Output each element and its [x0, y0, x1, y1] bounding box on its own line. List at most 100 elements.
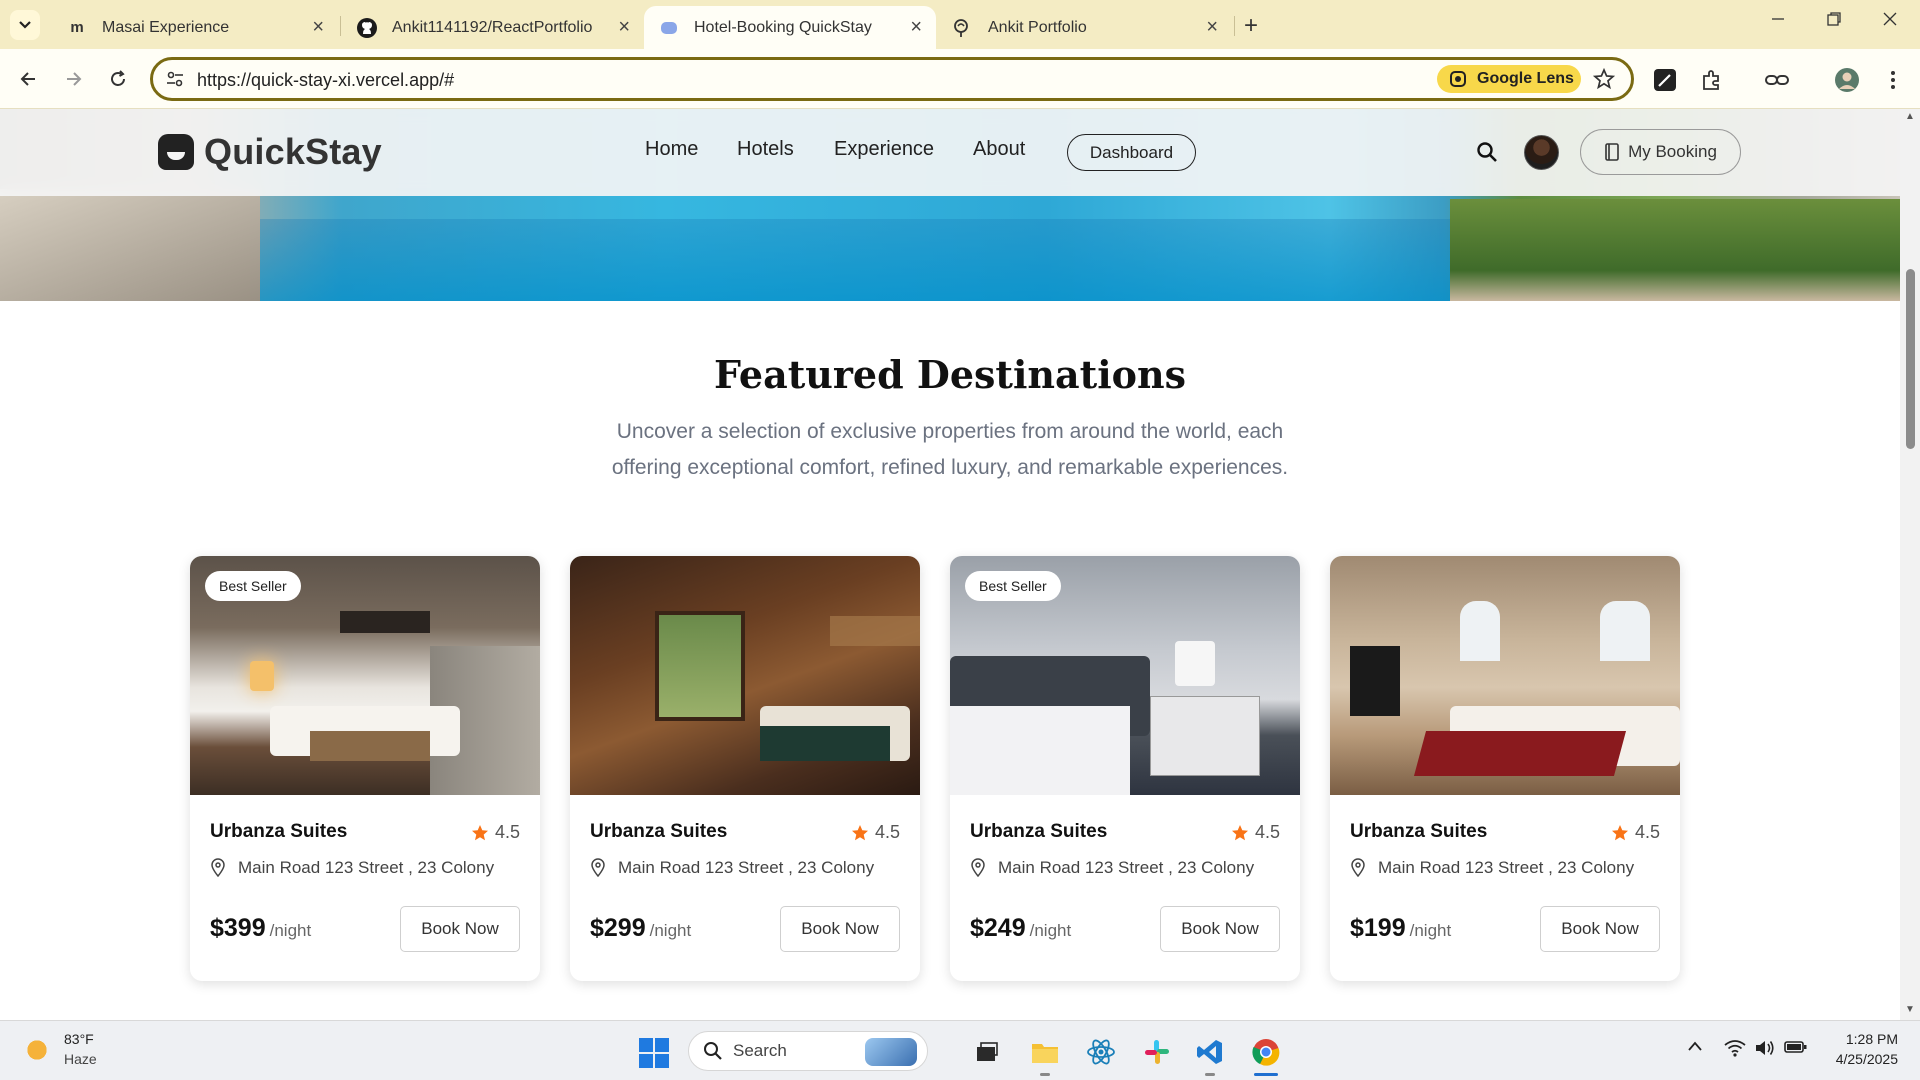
hotel-price: $199/night: [1350, 914, 1451, 943]
extensions-puzzle-icon[interactable]: [1699, 67, 1725, 93]
dashboard-button[interactable]: Dashboard: [1067, 134, 1196, 171]
task-view-icon[interactable]: [970, 1035, 1004, 1069]
tv-stand: [1350, 646, 1400, 716]
tab-title: Ankit1141192/ReactPortfolio: [392, 18, 593, 36]
site-navbar: QuickStay Home Hotels Experience About D…: [0, 109, 1900, 196]
book-now-button[interactable]: Book Now: [400, 906, 520, 952]
hotel-card[interactable]: Best Seller Urbanza Suites 4.5 Main Road…: [190, 556, 540, 981]
tab-quickstay[interactable]: Hotel-Booking QuickStay ×: [644, 6, 936, 49]
volume-icon[interactable]: [1754, 1039, 1776, 1062]
active-indicator: [1254, 1073, 1278, 1076]
new-tab-plus-icon[interactable]: +: [1244, 12, 1258, 40]
weather-condition[interactable]: Haze: [64, 1051, 97, 1067]
tab-masai[interactable]: m Masai Experience ×: [52, 6, 338, 49]
hotel-room-image: [570, 556, 920, 795]
scrollbar-thumb[interactable]: [1906, 269, 1915, 449]
hotel-card[interactable]: Urbanza Suites 4.5 Main Road 123 Street …: [570, 556, 920, 981]
chrome-icon[interactable]: [1249, 1035, 1283, 1069]
hotel-card[interactable]: Best Seller Urbanza Suites 4.5 Main Road…: [950, 556, 1300, 981]
price-value: $199: [1350, 914, 1406, 942]
address-bar[interactable]: https://quick-stay-xi.vercel.app/# Googl…: [150, 57, 1634, 101]
browser-tab-bar: m Masai Experience × Ankit1141192/ReactP…: [0, 0, 1920, 49]
hotel-price: $299/night: [590, 914, 691, 943]
nav-about[interactable]: About: [973, 138, 1025, 161]
bookmark-star-icon[interactable]: [1592, 67, 1616, 95]
browser-menu-kebab-icon[interactable]: [1880, 67, 1906, 93]
weather-temp[interactable]: 83°F: [64, 1031, 94, 1047]
my-booking-button[interactable]: My Booking: [1580, 129, 1741, 175]
url-text[interactable]: https://quick-stay-xi.vercel.app/#: [197, 70, 454, 91]
windows-start-icon[interactable]: [639, 1038, 669, 1068]
nightstand: [1150, 696, 1260, 776]
tab-github[interactable]: Ankit1141192/ReactPortfolio ×: [342, 6, 644, 49]
vscode-icon[interactable]: [1193, 1035, 1227, 1069]
page-scrollbar[interactable]: ▲ ▼: [1900, 109, 1920, 1020]
globe-icon: [658, 17, 680, 39]
close-icon[interactable]: ×: [312, 17, 324, 37]
forward-arrow-icon[interactable]: [60, 65, 88, 93]
book-now-button[interactable]: Book Now: [1540, 906, 1660, 952]
search-icon: [704, 1042, 722, 1060]
close-icon[interactable]: ×: [910, 17, 922, 37]
bed-runner: [310, 731, 430, 761]
clock-date[interactable]: 4/25/2025: [1818, 1051, 1898, 1067]
book-now-button[interactable]: Book Now: [780, 906, 900, 952]
tab-portfolio[interactable]: Ankit Portfolio ×: [938, 6, 1232, 49]
reload-icon[interactable]: [104, 65, 132, 93]
lamp: [250, 661, 274, 691]
tab-search-dropdown[interactable]: [10, 10, 40, 40]
close-icon[interactable]: ×: [618, 17, 630, 37]
taskbar-search[interactable]: Search: [688, 1031, 928, 1071]
react-atom-icon[interactable]: [1084, 1035, 1118, 1069]
best-seller-badge: Best Seller: [965, 571, 1061, 601]
book-icon: [1605, 143, 1619, 161]
hotel-address: Main Road 123 Street , 23 Colony: [210, 858, 494, 878]
scroll-up-arrow-icon[interactable]: ▲: [1905, 111, 1915, 122]
back-arrow-icon[interactable]: [14, 65, 42, 93]
show-hidden-icons-chevron-up-icon[interactable]: [1687, 1039, 1703, 1057]
user-avatar[interactable]: [1524, 135, 1559, 170]
weather-haze-icon[interactable]: [22, 1035, 52, 1065]
wifi-icon[interactable]: [1724, 1039, 1746, 1062]
address-text: Main Road 123 Street , 23 Colony: [238, 858, 495, 877]
running-indicator: [1205, 1073, 1215, 1076]
lens-icon: [1450, 71, 1466, 87]
site-settings-icon[interactable]: [165, 69, 185, 94]
rating-value: 4.5: [874, 822, 900, 842]
per-night: /night: [649, 921, 692, 940]
hotel-address: Main Road 123 Street , 23 Colony: [1350, 858, 1634, 878]
nav-experience[interactable]: Experience: [834, 138, 934, 161]
brand-logo[interactable]: QuickStay: [158, 131, 382, 173]
tab-divider: [340, 16, 341, 36]
link-icon[interactable]: [1764, 67, 1790, 93]
profile-avatar-icon[interactable]: [1834, 67, 1860, 93]
hotel-room-image: [1330, 556, 1680, 795]
brand-name: QuickStay: [204, 131, 382, 172]
close-window-icon[interactable]: [1882, 10, 1898, 33]
star-icon: [1231, 824, 1248, 840]
bed-throw: [1413, 731, 1627, 776]
bed: [950, 706, 1130, 795]
restore-icon[interactable]: [1826, 10, 1842, 33]
nav-hotels[interactable]: Hotels: [737, 138, 794, 161]
quickstay-logo-icon: [158, 134, 194, 170]
scroll-down-arrow-icon[interactable]: ▼: [1905, 1004, 1915, 1015]
book-now-button[interactable]: Book Now: [1160, 906, 1280, 952]
web-page: QuickStay Home Hotels Experience About D…: [0, 109, 1900, 1020]
tab-divider: [1234, 16, 1235, 36]
hotel-name: Urbanza Suites: [590, 821, 728, 842]
nav-home[interactable]: Home: [645, 138, 698, 161]
hotel-card[interactable]: Urbanza Suites 4.5 Main Road 123 Street …: [1330, 556, 1680, 981]
address-text: Main Road 123 Street , 23 Colony: [1378, 858, 1635, 877]
close-icon[interactable]: ×: [1206, 17, 1218, 37]
search-icon[interactable]: [1476, 141, 1498, 168]
battery-icon[interactable]: [1784, 1039, 1808, 1060]
file-explorer-icon[interactable]: [1028, 1035, 1062, 1069]
edit-pen-icon[interactable]: [1652, 67, 1678, 93]
pool-water: [260, 219, 1460, 301]
slack-icon[interactable]: [1140, 1035, 1174, 1069]
google-lens-button[interactable]: Google Lens: [1437, 65, 1581, 93]
lamp: [1175, 641, 1215, 686]
minimize-icon[interactable]: [1770, 10, 1786, 33]
clock-time[interactable]: 1:28 PM: [1838, 1031, 1898, 1047]
